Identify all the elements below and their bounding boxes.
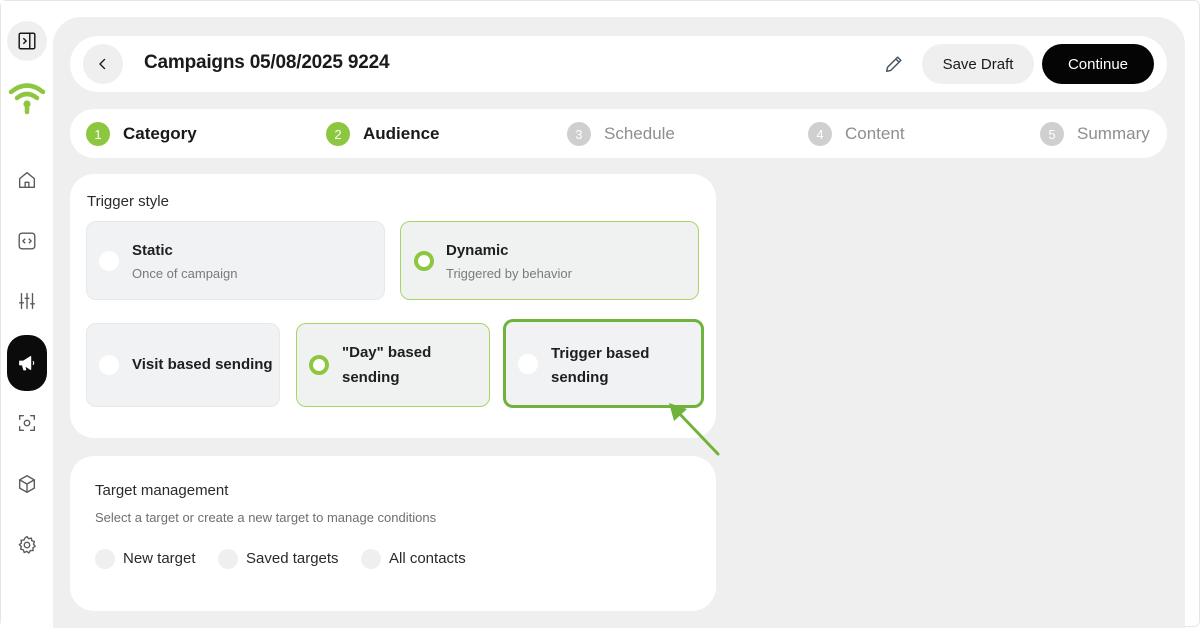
radio-visit-based[interactable] [99, 355, 119, 375]
step-category[interactable]: 1 Category [86, 121, 197, 147]
continue-button[interactable]: Continue [1042, 44, 1154, 84]
option-title-line2: sending [551, 369, 609, 386]
option-subtitle: Once of campaign [132, 266, 238, 281]
option-visit-based[interactable]: Visit based sending [86, 323, 280, 407]
option-title-line2: sending [342, 369, 400, 386]
cube-icon [18, 475, 36, 493]
nav-settings-sliders[interactable] [7, 281, 47, 321]
nav-scan[interactable] [7, 403, 47, 443]
step-number: 5 [1040, 122, 1064, 146]
save-draft-button[interactable]: Save Draft [922, 44, 1034, 84]
option-title-line1: Trigger based [551, 345, 650, 362]
trigger-style-title: Trigger style [87, 193, 169, 210]
step-label: Category [123, 124, 197, 143]
radio-static[interactable] [99, 251, 119, 271]
option-title-line1: "Day" based [342, 344, 432, 361]
option-dynamic[interactable]: Dynamic Triggered by behavior [400, 221, 699, 300]
radio-day-based-selected[interactable] [309, 355, 329, 375]
nav-campaigns[interactable] [7, 335, 47, 391]
step-content[interactable]: 4 Content [808, 121, 905, 147]
target-management-card: Target management Select a target or cre… [70, 456, 716, 611]
option-static[interactable]: Static Once of campaign [86, 221, 385, 300]
pencil-icon [885, 56, 902, 73]
home-icon [18, 171, 36, 189]
step-label: Schedule [604, 124, 675, 143]
option-trigger-based[interactable]: Trigger based sending [503, 319, 704, 408]
step-number: 2 [326, 122, 350, 146]
progress-stepper: 1 Category 2 Audience 3 Schedule 4 Conte… [70, 109, 1167, 158]
wifi-logo-icon [8, 83, 46, 115]
gear-icon [18, 535, 36, 554]
step-label: Audience [363, 124, 440, 143]
option-title: Dynamic [446, 242, 509, 259]
app-window: Campaigns 05/08/2025 9224 Save Draft Con… [0, 0, 1200, 628]
radio-dynamic-selected[interactable] [414, 251, 434, 271]
scan-icon [18, 414, 36, 432]
sliders-icon [18, 292, 36, 310]
target-management-subtitle: Select a target or create a new target t… [95, 510, 437, 525]
new-target-label[interactable]: New target [123, 550, 196, 567]
step-summary[interactable]: 5 Summary [1040, 121, 1150, 147]
back-button[interactable] [83, 44, 123, 84]
radio-new-target[interactable] [95, 549, 115, 569]
radio-saved-targets[interactable] [218, 549, 238, 569]
option-title: Visit based sending [132, 356, 273, 373]
nav-products[interactable] [7, 464, 47, 504]
option-subtitle: Triggered by behavior [446, 266, 572, 281]
all-contacts-label[interactable]: All contacts [389, 550, 466, 567]
trigger-style-card: Trigger style Static Once of campaign Dy… [70, 174, 716, 438]
step-label: Content [845, 124, 905, 143]
option-day-based[interactable]: "Day" based sending [296, 323, 490, 407]
step-label: Summary [1077, 124, 1150, 143]
megaphone-icon [19, 356, 35, 371]
step-number: 4 [808, 122, 832, 146]
nav-settings[interactable] [7, 525, 47, 565]
option-title: Static [132, 242, 173, 259]
sidebar [1, 1, 53, 628]
step-number: 1 [86, 122, 110, 146]
chevron-left-icon [99, 58, 106, 70]
target-management-title: Target management [95, 482, 229, 499]
brand-logo [7, 75, 47, 119]
nav-code[interactable] [7, 221, 47, 261]
edit-title-button[interactable] [880, 50, 908, 78]
code-icon [18, 232, 36, 250]
sidebar-toggle-button[interactable] [7, 21, 47, 61]
saved-targets-label[interactable]: Saved targets [246, 550, 339, 567]
sidebar-toggle-icon [18, 32, 36, 50]
step-schedule[interactable]: 3 Schedule [567, 121, 675, 147]
radio-trigger-based[interactable] [518, 354, 538, 374]
radio-all-contacts[interactable] [361, 549, 381, 569]
step-number: 3 [567, 122, 591, 146]
header-bar: Campaigns 05/08/2025 9224 Save Draft Con… [70, 36, 1167, 92]
step-audience[interactable]: 2 Audience [326, 121, 440, 147]
page-title: Campaigns 05/08/2025 9224 [144, 52, 390, 73]
nav-home[interactable] [7, 160, 47, 200]
